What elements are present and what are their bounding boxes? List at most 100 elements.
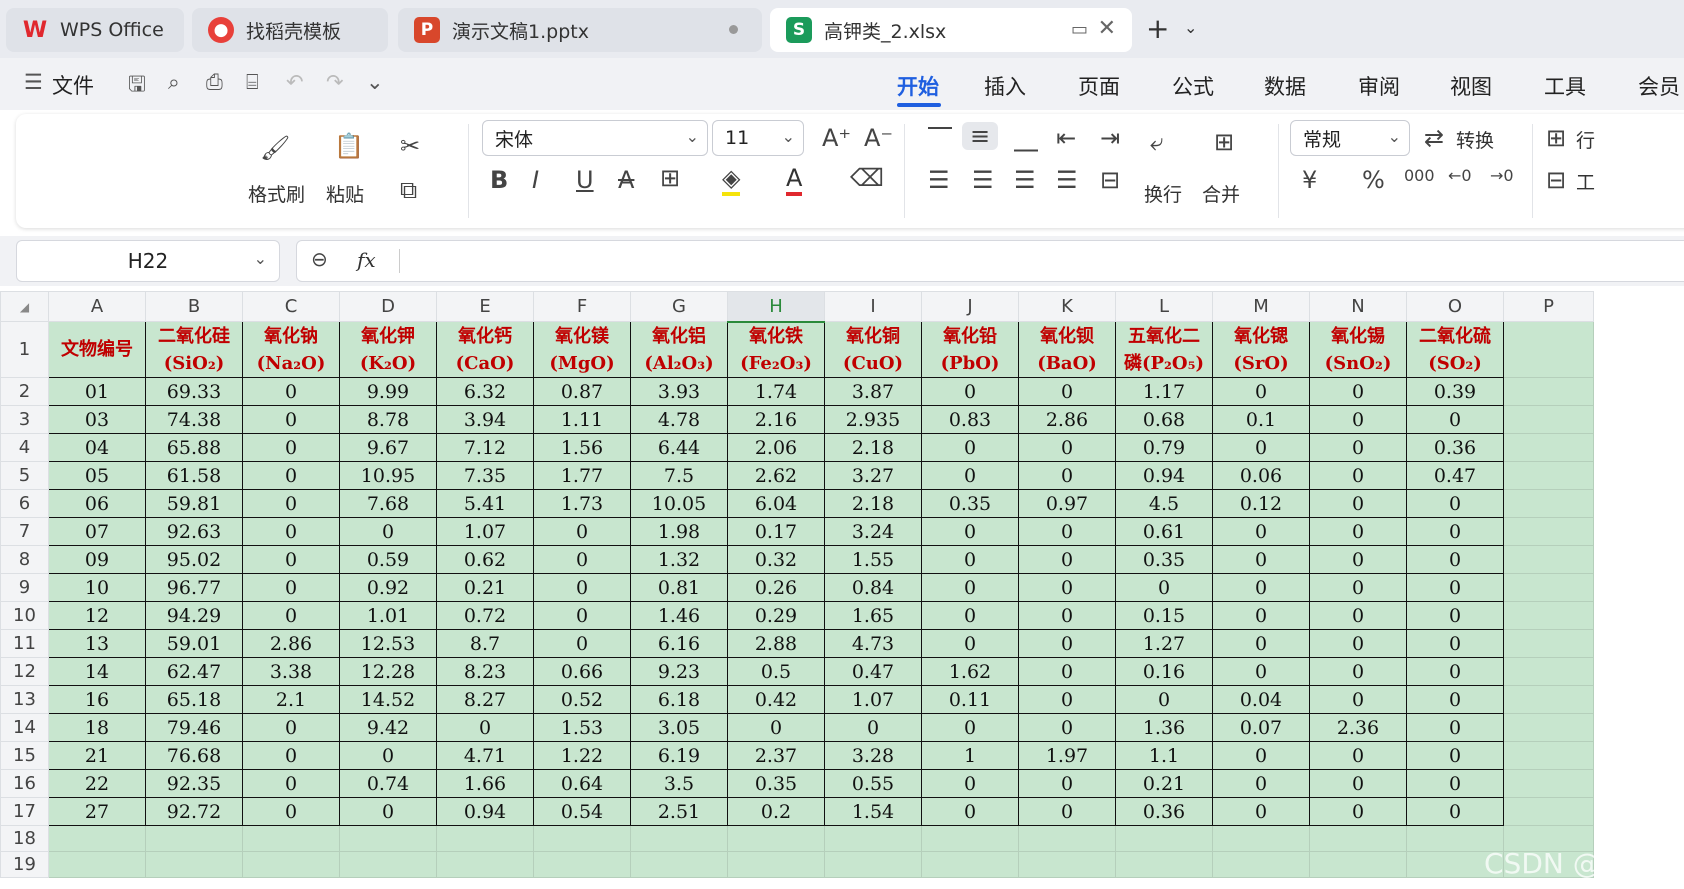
empty-cell[interactable] [1503, 657, 1594, 686]
data-cell[interactable]: 0.55 [824, 769, 922, 798]
data-cell[interactable]: 27 [48, 797, 146, 826]
tab-wps-office[interactable]: W WPS Office [6, 8, 184, 52]
row-header[interactable]: 2 [0, 377, 49, 406]
redo-icon[interactable]: ↷ [326, 70, 344, 94]
convert-icon[interactable]: ⇄ [1424, 124, 1444, 152]
empty-cell[interactable] [630, 851, 728, 878]
data-cell[interactable]: 1.74 [727, 377, 825, 406]
data-cell[interactable]: 0 [1406, 629, 1504, 658]
indent-decrease-icon[interactable]: ⇤ [1056, 124, 1076, 152]
data-cell[interactable]: 6.19 [630, 741, 728, 770]
column-header-n[interactable]: N [1309, 291, 1407, 322]
data-cell[interactable]: 0 [824, 713, 922, 742]
row-header[interactable]: 5 [0, 461, 49, 490]
data-cell[interactable]: 0 [1018, 545, 1116, 574]
row-header[interactable]: 9 [0, 573, 49, 602]
data-cell[interactable]: 0 [1406, 713, 1504, 742]
data-cell[interactable]: 59.81 [145, 489, 243, 518]
empty-cell[interactable] [339, 825, 437, 852]
data-cell[interactable]: 0 [1309, 405, 1407, 434]
print-preview-icon[interactable]: ⌸ [246, 70, 259, 95]
save-icon[interactable]: 🖫 [128, 70, 146, 105]
empty-cell[interactable] [727, 851, 825, 878]
data-cell[interactable]: 1.01 [339, 601, 437, 630]
data-cell[interactable]: 1.22 [533, 741, 631, 770]
empty-cell[interactable] [1503, 377, 1594, 406]
empty-cell[interactable] [1503, 769, 1594, 798]
data-cell[interactable]: 1.1 [1115, 741, 1213, 770]
data-cell[interactable]: 0.35 [727, 769, 825, 798]
data-cell[interactable]: 0 [1406, 517, 1504, 546]
data-cell[interactable]: 0.94 [436, 797, 534, 826]
data-cell[interactable]: 5.41 [436, 489, 534, 518]
header-cell[interactable]: 氧化铅 (PbO) [921, 321, 1019, 378]
data-cell[interactable]: 0 [1212, 797, 1310, 826]
empty-cell[interactable] [48, 825, 146, 852]
column-header-k[interactable]: K [1018, 291, 1116, 322]
row-header[interactable]: 18 [0, 825, 49, 852]
data-cell[interactable]: 0 [921, 545, 1019, 574]
data-cell[interactable]: 0.2 [727, 797, 825, 826]
row-header[interactable]: 13 [0, 685, 49, 714]
data-cell[interactable]: 0 [1406, 797, 1504, 826]
data-cell[interactable]: 0.68 [1115, 405, 1213, 434]
data-cell[interactable]: 16 [48, 685, 146, 714]
data-cell[interactable]: 10.05 [630, 489, 728, 518]
empty-cell[interactable] [1018, 851, 1116, 878]
data-cell[interactable]: 0 [436, 713, 534, 742]
data-cell[interactable]: 6.18 [630, 685, 728, 714]
menu-review[interactable]: 审阅 [1358, 71, 1400, 101]
data-cell[interactable]: 0 [1212, 573, 1310, 602]
column-header-p[interactable]: P [1503, 291, 1594, 322]
data-cell[interactable]: 0 [1309, 377, 1407, 406]
data-cell[interactable]: 0 [339, 517, 437, 546]
increase-decimal-icon[interactable]: ←0 [1448, 166, 1472, 185]
data-cell[interactable]: 05 [48, 461, 146, 490]
empty-cell[interactable] [824, 851, 922, 878]
data-cell[interactable]: 0 [1406, 405, 1504, 434]
column-header-i[interactable]: I [824, 291, 922, 322]
data-cell[interactable]: 6.44 [630, 433, 728, 462]
header-cell[interactable]: 氧化钙 (CaO) [436, 321, 534, 378]
data-cell[interactable]: 0 [1018, 461, 1116, 490]
menu-view[interactable]: 视图 [1450, 71, 1492, 101]
data-cell[interactable]: 0 [1212, 741, 1310, 770]
data-cell[interactable]: 0.83 [921, 405, 1019, 434]
data-cell[interactable]: 0 [339, 741, 437, 770]
data-cell[interactable]: 2.86 [242, 629, 340, 658]
data-cell[interactable]: 0.17 [727, 517, 825, 546]
tab-list-chevron-icon[interactable]: ⌄ [1184, 18, 1197, 37]
data-cell[interactable]: 1.62 [921, 657, 1019, 686]
row-header[interactable]: 15 [0, 741, 49, 770]
data-cell[interactable]: 1.27 [1115, 629, 1213, 658]
row-header[interactable]: 12 [0, 657, 49, 686]
data-cell[interactable]: 6.32 [436, 377, 534, 406]
data-cell[interactable]: 94.29 [145, 601, 243, 630]
wrap-text-button[interactable]: 换行 [1144, 180, 1182, 207]
data-cell[interactable]: 8.27 [436, 685, 534, 714]
header-cell[interactable]: 氧化钡 (BaO) [1018, 321, 1116, 378]
align-middle-icon[interactable]: ≡ [962, 122, 999, 150]
distribute-icon[interactable]: ⊟ [1100, 166, 1120, 194]
data-cell[interactable]: 0 [242, 713, 340, 742]
empty-cell[interactable] [145, 851, 243, 878]
empty-cell[interactable] [1503, 461, 1594, 490]
data-cell[interactable]: 0 [921, 713, 1019, 742]
data-cell[interactable]: 59.01 [145, 629, 243, 658]
data-cell[interactable]: 95.02 [145, 545, 243, 574]
data-cell[interactable]: 1.11 [533, 405, 631, 434]
empty-cell[interactable] [1212, 825, 1310, 852]
data-cell[interactable]: 1.36 [1115, 713, 1213, 742]
data-cell[interactable]: 1.32 [630, 545, 728, 574]
empty-cell[interactable] [1503, 321, 1594, 378]
data-cell[interactable]: 3.94 [436, 405, 534, 434]
empty-cell[interactable] [1018, 825, 1116, 852]
data-cell[interactable]: 0 [1018, 685, 1116, 714]
data-cell[interactable]: 1.07 [436, 517, 534, 546]
column-header-e[interactable]: E [436, 291, 534, 322]
worksheet-icon[interactable]: ⊟ [1546, 166, 1566, 194]
empty-cell[interactable] [533, 825, 631, 852]
data-cell[interactable]: 0.15 [1115, 601, 1213, 630]
more-chevron-icon[interactable]: ⌄ [366, 70, 384, 94]
data-cell[interactable]: 0 [921, 573, 1019, 602]
